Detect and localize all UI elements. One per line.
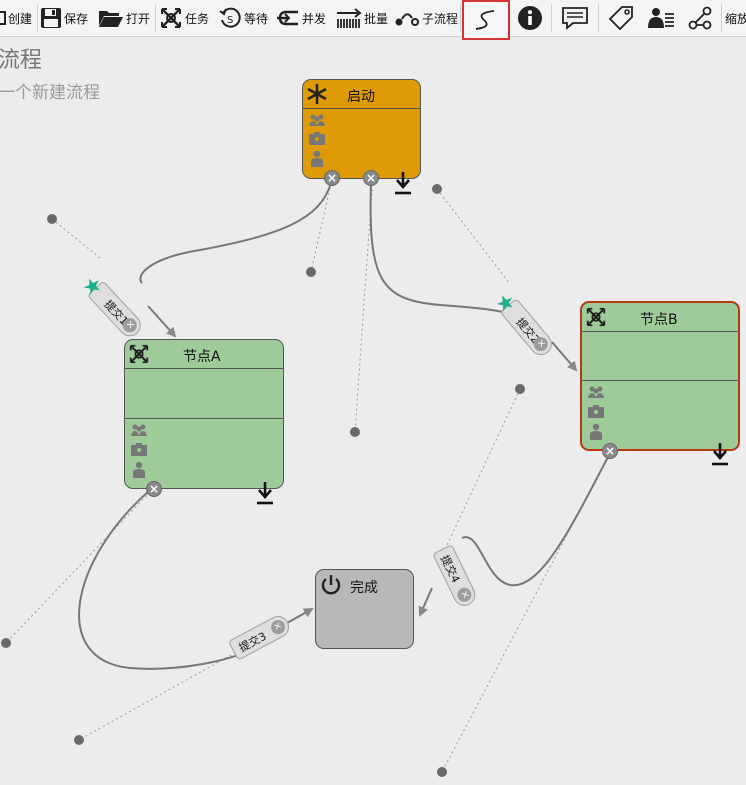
start-node[interactable]: 启动: [302, 79, 421, 179]
group-icon: [588, 386, 604, 398]
group-icon: [309, 114, 325, 126]
waypoint-dot[interactable]: [437, 767, 447, 777]
waypoint-dot[interactable]: [47, 214, 57, 224]
guide-line: [436, 188, 511, 285]
edge-b-to-end-arrow[interactable]: [418, 587, 433, 617]
group-icon: [131, 424, 147, 436]
remove-edge-icon[interactable]: ×: [268, 617, 288, 637]
guide-line: [5, 491, 151, 644]
start-node-connect-handle[interactable]: ×: [363, 170, 379, 186]
person-icon: [590, 423, 602, 440]
task-node-a[interactable]: 节点A: [124, 339, 284, 489]
section-divider: [125, 418, 283, 419]
remove-edge-icon[interactable]: ×: [454, 585, 474, 605]
guide-line: [354, 188, 373, 433]
waypoint-dot[interactable]: [515, 384, 525, 394]
task-node-a-connect-handle[interactable]: ×: [146, 481, 162, 497]
guide-line: [51, 218, 101, 259]
task-node-b-connect-handle[interactable]: ×: [602, 443, 618, 459]
task-node-icon: [129, 344, 149, 364]
waypoint-dot[interactable]: [1, 638, 11, 648]
task-node-b[interactable]: 节点B: [580, 301, 740, 451]
edge-start-to-b-arrow[interactable]: [551, 341, 578, 372]
start-node-header: 启动: [303, 80, 420, 109]
download-arrow-icon[interactable]: [711, 442, 729, 466]
task-node-b-header: 节点B: [582, 303, 738, 332]
waypoint-dot[interactable]: [306, 267, 316, 277]
download-arrow-icon[interactable]: [256, 481, 274, 505]
waypoint-dot[interactable]: [350, 427, 360, 437]
end-node[interactable]: 完成: [315, 569, 414, 649]
waypoint-dot[interactable]: [432, 184, 442, 194]
task-node-a-header: 节点A: [125, 340, 283, 369]
edge-start-to-a-arrow[interactable]: [147, 305, 177, 338]
edge-b-to-end[interactable]: [461, 454, 610, 587]
edge-start-to-a[interactable]: [139, 182, 332, 284]
task-node-a-title: 节点A: [183, 349, 221, 365]
power-icon: [321, 575, 341, 595]
guide-line: [439, 388, 521, 561]
task-node-icon: [586, 307, 606, 327]
asterisk-icon: [307, 84, 327, 104]
guide-line: [78, 649, 241, 741]
edge-a-to-end[interactable]: [78, 489, 251, 670]
id-card-icon: [588, 405, 604, 418]
task-node-b-title: 节点B: [640, 312, 678, 328]
person-icon: [311, 150, 323, 167]
id-card-icon: [131, 443, 147, 456]
end-node-title: 完成: [350, 580, 378, 596]
download-arrow-icon[interactable]: [394, 171, 412, 195]
start-node-title: 启动: [347, 89, 375, 105]
guide-line: [310, 187, 331, 273]
waypoint-dot[interactable]: [74, 735, 84, 745]
id-card-icon: [309, 132, 325, 145]
section-divider: [582, 380, 738, 381]
start-node-connect-handle[interactable]: ×: [324, 170, 340, 186]
person-icon: [133, 461, 145, 478]
